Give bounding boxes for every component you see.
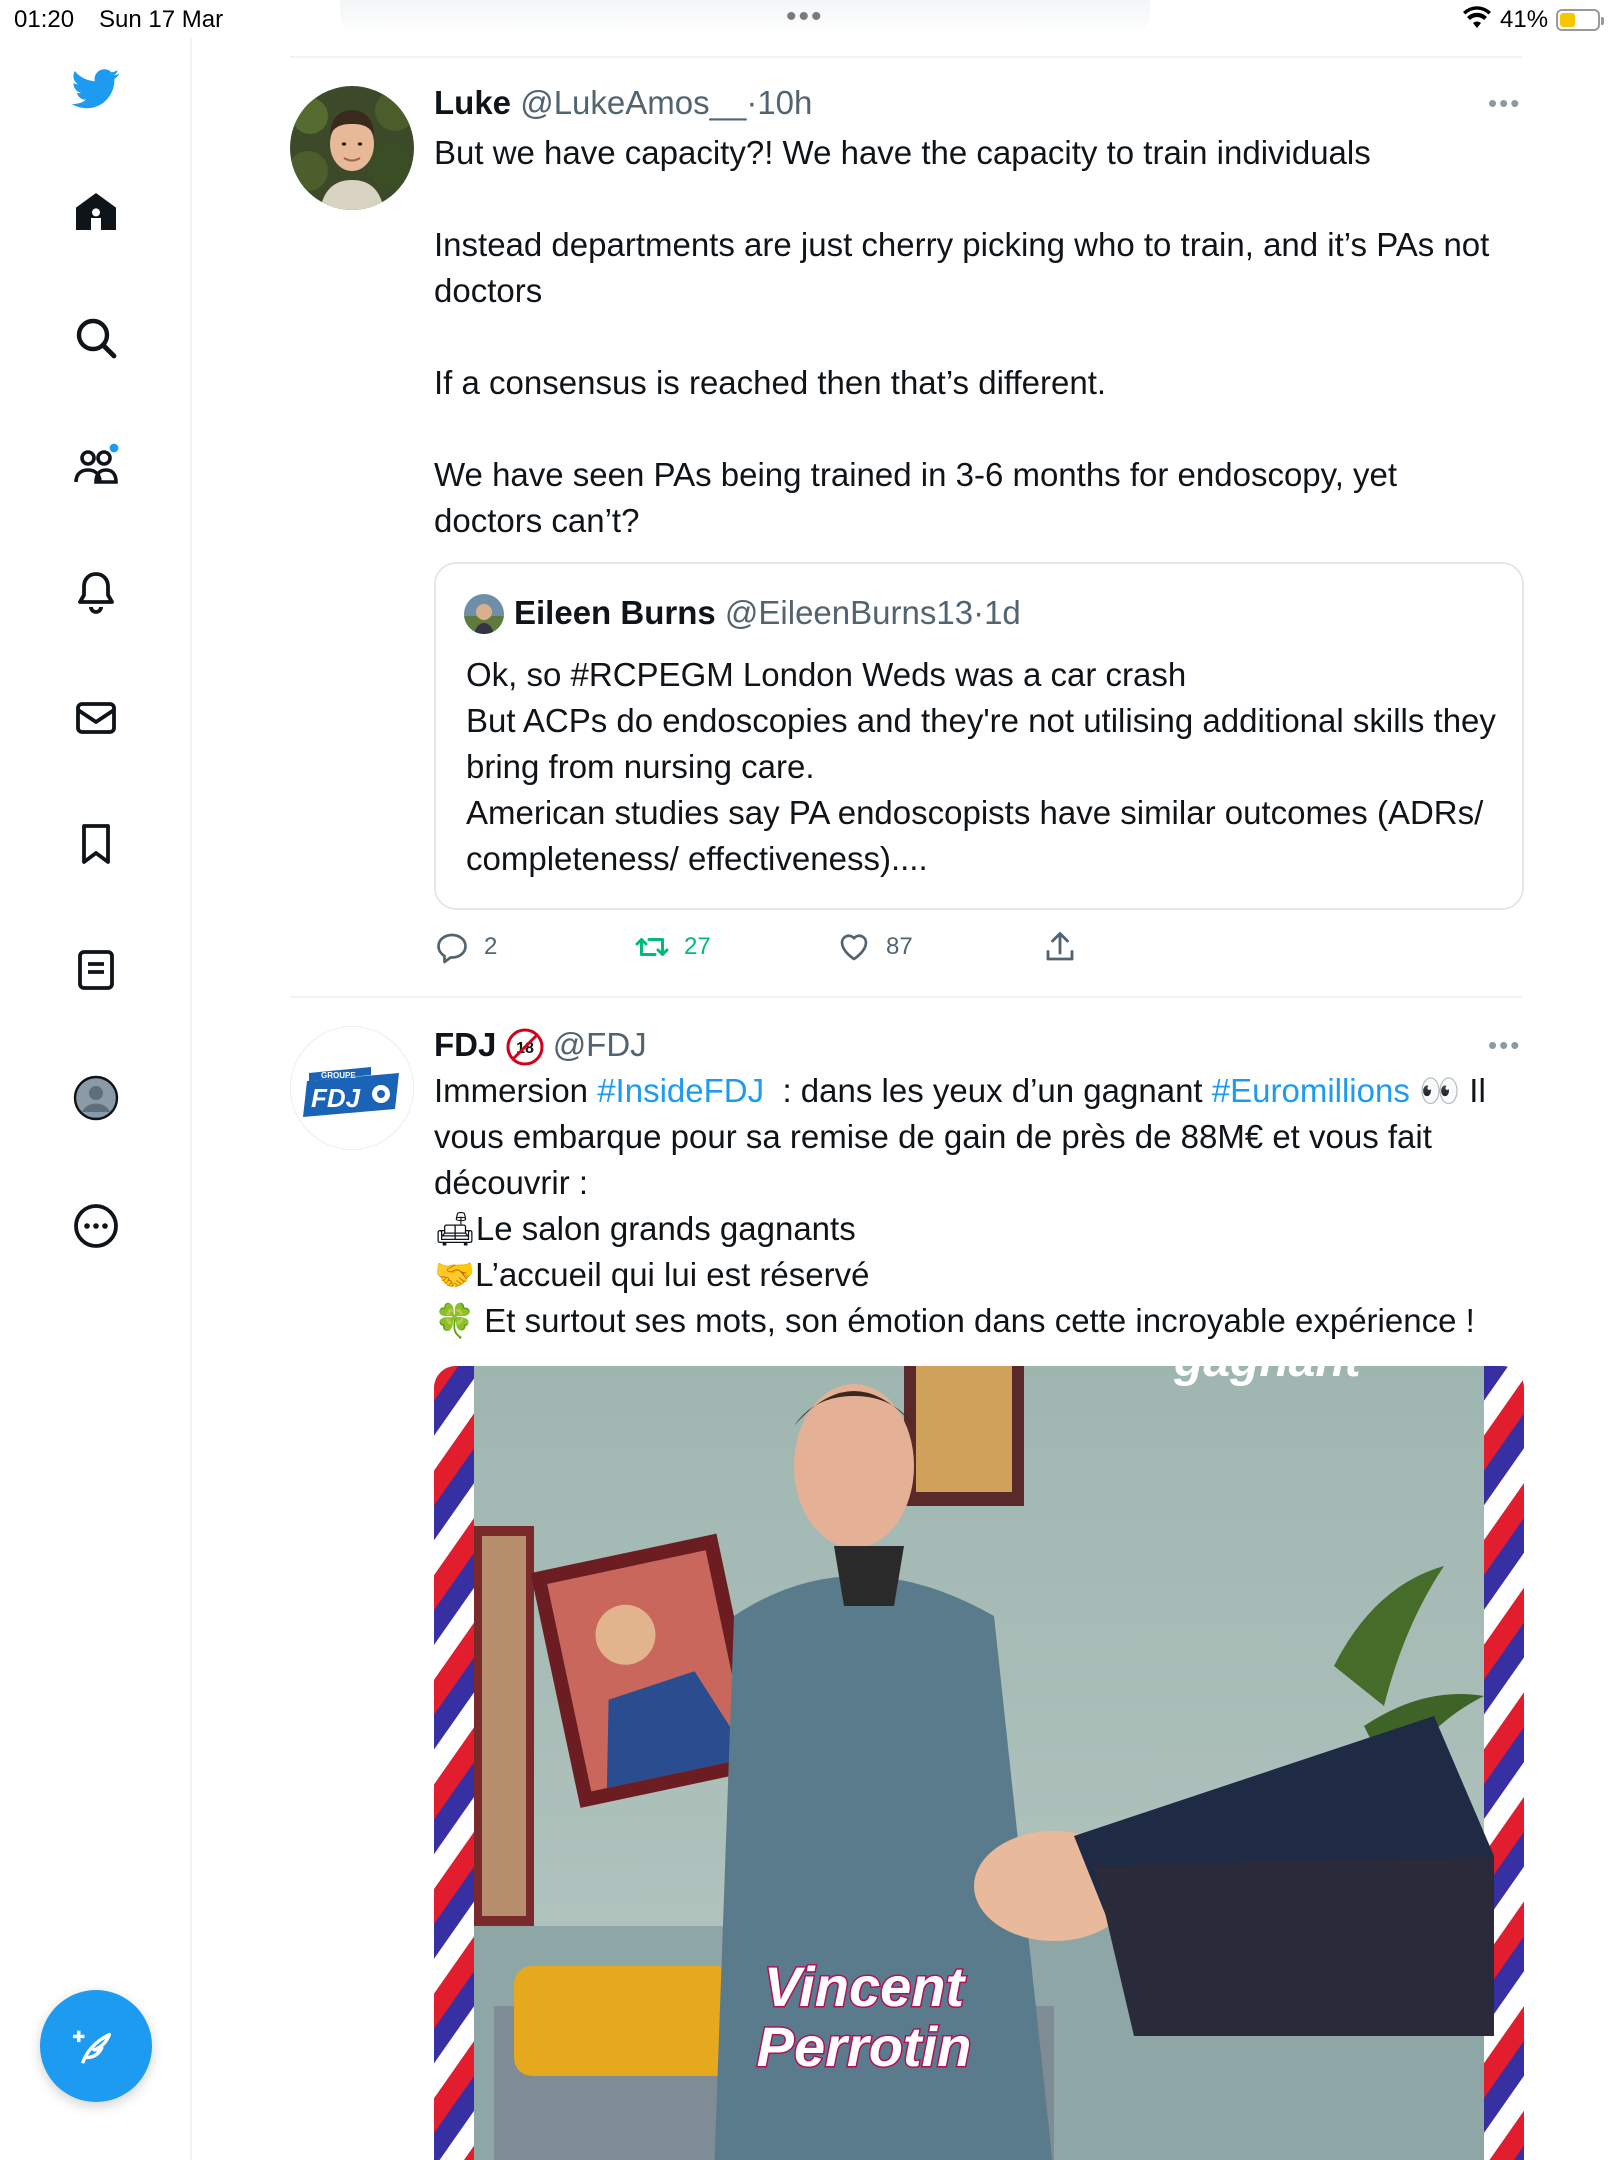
quoted-line: American studies say PA endoscopists hav… — [466, 794, 1484, 877]
quoted-time: 1d — [984, 594, 1021, 631]
retweet-count: 27 — [684, 933, 711, 960]
heart-icon — [840, 934, 868, 961]
video-caption-line2: Perrotin — [757, 2015, 972, 2078]
text-segment: : dans les yeux d’un gagnant — [764, 1072, 1212, 1109]
list-line-text: Et surtout ses mots, son émotion dans ce… — [475, 1302, 1475, 1339]
mail-icon[interactable] — [66, 688, 126, 748]
search-icon[interactable] — [66, 308, 126, 368]
quoted-text: Ok, so #RCPEGM London Weds was a car cra… — [466, 652, 1506, 882]
logo-small-text: GROUPE — [321, 1071, 356, 1080]
more-circle-icon[interactable] — [66, 1196, 126, 1256]
tweet-actions: 2 27 87 — [434, 924, 1134, 970]
sidebar — [0, 38, 192, 2160]
bell-icon[interactable] — [66, 562, 126, 622]
tweet-paragraph: We have seen PAs being trained in 3-6 mo… — [434, 456, 1398, 539]
tweet-header: FDJ 18 @FDJ — [434, 1026, 647, 1066]
battery-icon — [1556, 9, 1604, 31]
status-date: Sun 17 Mar — [99, 6, 224, 33]
author-handle[interactable]: @FDJ — [553, 1026, 647, 1063]
quoted-avatar — [464, 594, 504, 634]
video-top-text: gagnant — [1173, 1366, 1363, 1387]
battery-percentage: 41% — [1500, 6, 1549, 33]
tweet-divider — [290, 996, 1522, 998]
hashtag-link[interactable]: #Euromillions — [1212, 1072, 1410, 1109]
text-segment: Immersion — [434, 1072, 598, 1109]
tweet-text: Immersion #InsideFDJ : dans les yeux d’u… — [434, 1068, 1524, 1344]
video-caption-line1: Vincent — [764, 1955, 967, 2018]
handshake-emoji: 🤝 — [434, 1256, 476, 1293]
compose-feather-icon — [73, 2030, 112, 2064]
list-line-text: L’accueil qui lui est réservé — [475, 1256, 870, 1293]
list-icon[interactable] — [66, 940, 126, 1000]
status-bar: 01:20 Sun 17 Mar ••• 41% — [0, 0, 1620, 38]
tweet-text: But we have capacity?! We have the capac… — [434, 130, 1524, 544]
tweet-header: Luke @LukeAmos__·10h — [434, 84, 812, 122]
quoted-line: Ok, so #RCPEGM London Weds was a car cra… — [466, 656, 1187, 693]
tweet-paragraph: If a consensus is reached then that’s di… — [434, 364, 1107, 401]
twitter-logo-icon[interactable] — [66, 58, 126, 118]
quoted-header: Eileen Burns @EileenBurns13·1d — [514, 594, 1021, 632]
share-icon — [1046, 932, 1074, 961]
reply-count: 2 — [484, 933, 498, 960]
tweet-more-icon[interactable]: ••• — [1488, 1030, 1521, 1061]
wifi-icon — [1463, 6, 1491, 28]
logo-text: FDJ — [311, 1083, 361, 1113]
couch-emoji: 🛋 — [434, 1210, 476, 1247]
multitasking-dots-icon[interactable]: ••• — [786, 0, 824, 34]
header-separator: · — [746, 84, 758, 121]
home-icon[interactable] — [66, 182, 126, 242]
top-divider — [290, 56, 1522, 58]
reply-button[interactable]: 2 — [434, 924, 497, 970]
video-thumbnail: gagnant Vincent Perrotin — [434, 1366, 1524, 2160]
list-line: 🤝L’accueil qui lui est réservé — [434, 1252, 1524, 1298]
retweet-button[interactable]: 27 — [634, 924, 711, 970]
quoted-author-handle: @EileenBurns13 — [724, 594, 974, 631]
quoted-line: But ACPs do endoscopies and they're not … — [466, 702, 1496, 785]
profile-icon[interactable] — [66, 1068, 126, 1128]
avatar[interactable]: GROUPE FDJ — [290, 1026, 414, 1150]
tweet-paragraph: Immersion #InsideFDJ : dans les yeux d’u… — [434, 1068, 1524, 1206]
author-name[interactable]: FDJ — [434, 1026, 496, 1063]
tweet-paragraph: But we have capacity?! We have the capac… — [434, 134, 1371, 171]
age-18-badge-icon: 18 — [506, 1028, 544, 1066]
hashtag-link[interactable]: #InsideFDJ — [597, 1072, 764, 1109]
list-line: 🛋Le salon grands gagnants — [434, 1206, 1524, 1252]
tweet-paragraph: Instead departments are just cherry pick… — [434, 226, 1490, 309]
tweet-more-icon[interactable]: ••• — [1488, 88, 1521, 119]
communities-icon[interactable] — [66, 436, 126, 496]
compose-button[interactable] — [40, 1990, 152, 2102]
reply-icon — [437, 933, 467, 964]
header-separator: · — [973, 594, 985, 631]
bookmark-icon[interactable] — [66, 814, 126, 874]
tweet-video[interactable]: gagnant Vincent Perrotin — [434, 1366, 1524, 2160]
status-time: 01:20 — [14, 6, 75, 33]
tweet-time[interactable]: 10h — [757, 84, 812, 121]
author-name[interactable]: Luke — [434, 84, 511, 121]
clover-emoji: 🍀 — [434, 1302, 476, 1339]
quoted-tweet[interactable]: Eileen Burns @EileenBurns13·1d Ok, so #R… — [434, 562, 1524, 910]
quoted-author-name: Eileen Burns — [514, 594, 716, 631]
list-line-text: Le salon grands gagnants — [475, 1210, 856, 1247]
like-button[interactable]: 87 — [836, 924, 913, 970]
author-handle[interactable]: @LukeAmos__ — [520, 84, 746, 121]
list-line: 🍀 Et surtout ses mots, son émotion dans … — [434, 1298, 1524, 1344]
retweet-icon — [635, 938, 669, 956]
avatar[interactable] — [290, 86, 414, 210]
share-button[interactable] — [1042, 924, 1078, 970]
like-count: 87 — [886, 933, 913, 960]
